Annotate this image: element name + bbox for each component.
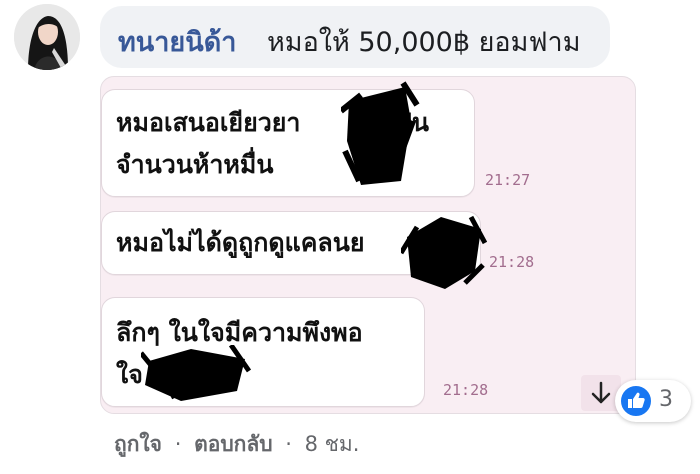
reply-link[interactable]: ตอบกลับ xyxy=(194,428,273,461)
comment-actions: ถูกใจ · ตอบกลับ · 8 ชม. xyxy=(114,428,359,461)
message-time: 21:28 xyxy=(443,381,489,399)
separator: · xyxy=(174,432,182,456)
message-time: 21:28 xyxy=(489,253,535,271)
comment-author[interactable]: ทนายนิด้า xyxy=(118,20,236,63)
profile-photo xyxy=(14,4,80,70)
chat-message-text: หมอไม่ได้ดูถูกดูแคลนย xyxy=(116,228,365,257)
attached-chat-screenshot[interactable]: หมอเสนอเยียวยา เป็น จำนวนห้าหมื่น 21:27 … xyxy=(100,76,636,414)
thumbs-up-icon xyxy=(619,384,653,418)
censor-scribble xyxy=(401,215,487,289)
message-time: 21:27 xyxy=(485,171,531,189)
separator: · xyxy=(285,432,292,456)
comment-timestamp[interactable]: 8 ชม. xyxy=(305,428,360,461)
censor-scribble xyxy=(341,81,420,185)
avatar[interactable] xyxy=(14,4,80,70)
comment-bubble: ทนายนิด้า หมอให้ 50,000฿ ยอมฟาม xyxy=(100,6,610,68)
reaction-count: 3 xyxy=(659,387,673,412)
censor-scribble xyxy=(141,345,251,401)
comment-text: หมอให้ 50,000฿ ยอมฟาม xyxy=(267,27,581,58)
reaction-summary[interactable]: 3 xyxy=(615,380,691,422)
like-link[interactable]: ถูกใจ xyxy=(114,428,162,461)
